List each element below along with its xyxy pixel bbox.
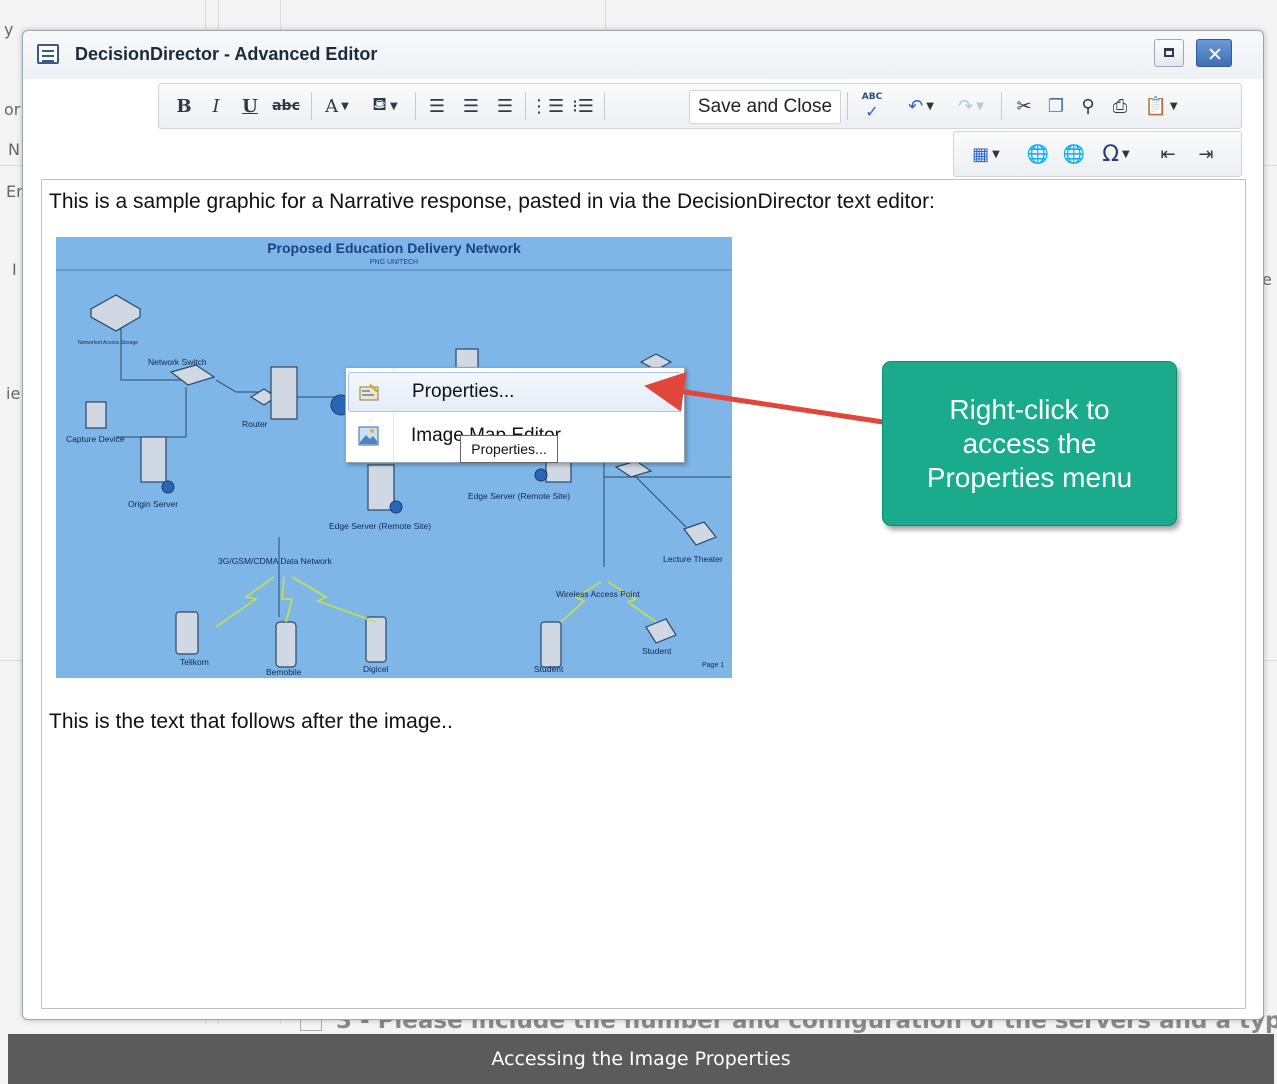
- strikethrough-button[interactable]: abc: [269, 92, 303, 120]
- editor-content-area[interactable]: This is a sample graphic for a Narrative…: [41, 179, 1246, 1009]
- bold-button[interactable]: B: [173, 92, 195, 120]
- spellcheck-label: ABC: [861, 91, 883, 102]
- label-page: Page 1: [702, 662, 724, 669]
- dropdown-arrow-icon: ▼: [341, 100, 349, 112]
- diagram-title: Proposed Education Delivery Network: [267, 240, 521, 256]
- insert-table-button[interactable]: ▦ ▼: [966, 140, 1006, 168]
- print-button[interactable]: ⎙: [1107, 92, 1133, 120]
- save-and-close-button[interactable]: Save and Close: [689, 90, 841, 124]
- outdent-button[interactable]: ⇤: [1154, 140, 1182, 168]
- paint-bucket-icon: ⛾: [372, 94, 387, 115]
- dropdown-arrow-icon: ▼: [1122, 148, 1130, 160]
- align-center-button[interactable]: ☰: [459, 92, 483, 120]
- properties-icon: [359, 384, 379, 401]
- label-edge1: Edge Server (Remote Site): [329, 521, 431, 531]
- align-left-button[interactable]: ☰: [425, 92, 449, 120]
- label-origin: Origin Server: [128, 499, 178, 509]
- insert-toolbar: ▦ ▼ 🌐 🌐 Ω ▼ ⇤ ⇥: [953, 131, 1242, 177]
- label-switch: Network Switch: [148, 357, 207, 367]
- label-lecture: Lecture Theater: [663, 554, 723, 564]
- spellcheck-button[interactable]: ABC ✓: [855, 91, 889, 121]
- context-menu-label: Properties...: [412, 381, 515, 402]
- align-center-icon: ☰: [462, 95, 480, 117]
- label-nas: Networked Access Storage: [78, 340, 138, 346]
- label-router: Router: [242, 419, 268, 429]
- paste-button[interactable]: 📋 ▼: [1141, 92, 1181, 120]
- intro-paragraph: This is a sample graphic for a Narrative…: [49, 190, 935, 213]
- clipboard-icon: 📋: [1144, 95, 1167, 117]
- window-title: DecisionDirector - Advanced Editor: [75, 44, 378, 64]
- label-data-network: 3G/GSM/CDMA Data Network: [218, 556, 333, 566]
- undo-button[interactable]: ↶ ▼: [901, 92, 941, 120]
- numbered-list-icon: ⁝☰: [572, 95, 594, 117]
- scissors-icon: ✂: [1016, 95, 1032, 117]
- italic-button[interactable]: I: [205, 92, 227, 120]
- close-button[interactable]: [1196, 39, 1232, 67]
- caption-bar: Accessing the Image Properties: [8, 1034, 1274, 1084]
- printer-icon: ⎙: [1112, 95, 1128, 117]
- copy-icon: ❐: [1047, 95, 1065, 117]
- label-student1: Student: [534, 664, 564, 674]
- undo-icon: ↶: [908, 95, 924, 117]
- dropdown-arrow-icon: ▼: [992, 148, 1000, 160]
- remove-link-button[interactable]: 🌐: [1060, 140, 1088, 168]
- label-student2: Student: [642, 646, 672, 656]
- globe-add-icon: 🌐: [1026, 143, 1050, 165]
- redo-icon: ↷: [958, 95, 974, 117]
- font-color-label: A: [325, 95, 339, 117]
- insert-link-button[interactable]: 🌐: [1024, 140, 1052, 168]
- label-edge2: Edge Server (Remote Site): [468, 491, 570, 501]
- context-menu-item-properties[interactable]: Properties...: [348, 372, 682, 412]
- check-icon: ✓: [865, 101, 879, 121]
- indent-button[interactable]: ⇥: [1192, 140, 1220, 168]
- label-bemobile: Bemobile: [266, 667, 302, 677]
- find-button[interactable]: ⚲: [1075, 92, 1101, 120]
- table-icon: ▦: [972, 143, 990, 165]
- diagram-subtitle: PNG UNITECH: [370, 259, 418, 266]
- label-capture: Capture Device: [66, 434, 125, 444]
- advanced-editor-dialog: DecisionDirector - Advanced Editor B I U…: [22, 30, 1264, 1020]
- bullet-list-button[interactable]: ⋮☰: [529, 92, 565, 120]
- after-paragraph: This is the text that follows after the …: [49, 710, 453, 733]
- indent-icon: ⇥: [1198, 143, 1214, 165]
- label-digicel: Digicel: [363, 664, 389, 674]
- dropdown-arrow-icon: ▼: [1169, 100, 1178, 112]
- binoculars-icon: ⚲: [1081, 95, 1095, 117]
- editor-app-icon: [37, 44, 59, 64]
- numbered-list-button[interactable]: ⁝☰: [569, 92, 597, 120]
- highlight-button[interactable]: ⛾ ▼: [365, 92, 405, 120]
- outdent-icon: ⇤: [1160, 143, 1176, 165]
- align-right-icon: ☰: [496, 95, 514, 117]
- maximize-button[interactable]: [1154, 39, 1184, 67]
- font-color-button[interactable]: A ▼: [319, 92, 355, 120]
- dropdown-arrow-icon: ▼: [390, 100, 398, 112]
- align-right-button[interactable]: ☰: [493, 92, 517, 120]
- globe-link-icon: 🌐: [1062, 143, 1086, 165]
- redo-button[interactable]: ↷ ▼: [951, 92, 991, 120]
- formatting-toolbar: B I U abc A ▼ ⛾ ▼ ☰ ☰ ☰ ⋮☰ ⁝☰ Save and Clo…: [158, 83, 1242, 129]
- callout-text: Right-click to access the Properties men…: [926, 393, 1133, 493]
- label-wap: Wireless Access Point: [556, 589, 640, 599]
- cut-button[interactable]: ✂: [1011, 92, 1037, 120]
- properties-tooltip: Properties...: [460, 435, 558, 463]
- align-left-icon: ☰: [428, 95, 446, 117]
- omega-icon: Ω: [1102, 141, 1120, 167]
- image-map-icon: [358, 426, 379, 446]
- underline-button[interactable]: U: [239, 92, 261, 120]
- copy-button[interactable]: ❐: [1043, 92, 1069, 120]
- dropdown-arrow-icon: ▼: [976, 100, 984, 112]
- instruction-callout: Right-click to access the Properties men…: [882, 361, 1177, 526]
- special-character-button[interactable]: Ω ▼: [1096, 140, 1136, 168]
- title-bar: DecisionDirector - Advanced Editor: [23, 31, 1263, 79]
- dropdown-arrow-icon: ▼: [926, 100, 934, 112]
- label-telikom: Telikom: [180, 657, 209, 667]
- bullet-list-icon: ⋮☰: [529, 95, 565, 117]
